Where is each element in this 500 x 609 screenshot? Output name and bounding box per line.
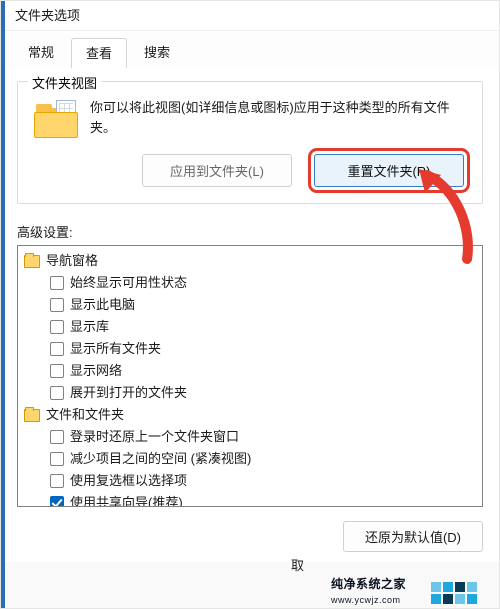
tree-label: 显示此电脑	[70, 294, 135, 316]
apply-to-folders-button: 应用到文件夹(L)	[142, 154, 292, 187]
tree-checkbox-item[interactable]: 登录时还原上一个文件夹窗口	[24, 426, 476, 448]
tree-label: 始终显示可用性状态	[70, 272, 187, 294]
tab-search[interactable]: 搜索	[129, 37, 185, 67]
checkbox-icon[interactable]	[50, 320, 64, 334]
tree-checkbox-item[interactable]: 使用共享向导(推荐)	[24, 492, 476, 507]
tree-label: 导航窗格	[46, 250, 98, 272]
checkbox-icon[interactable]	[50, 276, 64, 290]
checkbox-icon[interactable]	[50, 342, 64, 356]
checkbox-icon[interactable]	[50, 474, 64, 488]
tree-checkbox-item[interactable]: 显示库	[24, 316, 476, 338]
tree-checkbox-item[interactable]: 减少项目之间的空间 (紧凑视图)	[24, 448, 476, 470]
tree-label: 减少项目之间的空间 (紧凑视图)	[70, 448, 251, 470]
tree-node-files-folders[interactable]: 文件和文件夹	[24, 404, 476, 426]
checkbox-icon[interactable]	[50, 452, 64, 466]
tree-checkbox-item[interactable]: 显示此电脑	[24, 294, 476, 316]
tree-checkbox-item[interactable]: 使用复选框以选择项	[24, 470, 476, 492]
folder-views-group: 文件夹视图 你可以将此视图(如详细信息或图标)应用于这种类型的所有文件夹。 应用…	[17, 81, 483, 204]
advanced-settings-tree[interactable]: 导航窗格 始终显示可用性状态 显示此电脑 显示库 显示所有文件夹 显示网络 展开…	[17, 245, 483, 507]
tree-label: 显示所有文件夹	[70, 338, 161, 360]
tree-label: 显示网络	[70, 360, 122, 382]
tree-checkbox-item[interactable]: 显示所有文件夹	[24, 338, 476, 360]
tree-label: 展开到打开的文件夹	[70, 382, 187, 404]
tab-view[interactable]: 查看	[71, 38, 127, 68]
tree-label: 使用共享向导(推荐)	[70, 492, 183, 507]
tree-label: 文件和文件夹	[46, 404, 124, 426]
tab-general[interactable]: 常规	[13, 37, 69, 67]
checkbox-icon[interactable]	[50, 496, 64, 507]
dialog-title: 文件夹选项	[1, 1, 499, 31]
checkbox-icon[interactable]	[50, 386, 64, 400]
tree-checkbox-item[interactable]: 始终显示可用性状态	[24, 272, 476, 294]
tree-node-nav-pane[interactable]: 导航窗格	[24, 250, 476, 272]
tree-label: 登录时还原上一个文件夹窗口	[70, 426, 239, 448]
folder-mini-icon	[24, 255, 40, 268]
tree-checkbox-item[interactable]: 展开到打开的文件夹	[24, 382, 476, 404]
folder-icon	[34, 100, 78, 140]
tree-checkbox-item[interactable]: 显示网络	[24, 360, 476, 382]
folder-views-description: 你可以将此视图(如详细信息或图标)应用于这种类型的所有文件夹。	[90, 98, 466, 137]
tree-label: 使用复选框以选择项	[70, 470, 187, 492]
checkbox-icon[interactable]	[50, 298, 64, 312]
restore-defaults-button[interactable]: 还原为默认值(D)	[343, 521, 483, 552]
tabs-bar: 常规 查看 搜索	[1, 31, 499, 67]
folder-mini-icon	[24, 409, 40, 422]
tree-label: 显示库	[70, 316, 109, 338]
checkbox-icon[interactable]	[50, 430, 64, 444]
checkbox-icon[interactable]	[50, 364, 64, 378]
reset-folders-button[interactable]: 重置文件夹(R)	[314, 154, 464, 187]
watermark-logo	[431, 582, 487, 604]
folder-views-legend: 文件夹视图	[28, 73, 101, 92]
watermark-text: 纯净系统之家 www.ycwjz.com	[331, 575, 406, 606]
advanced-settings-label: 高级设置:	[17, 222, 483, 241]
truncated-button-label: 取	[291, 555, 304, 574]
